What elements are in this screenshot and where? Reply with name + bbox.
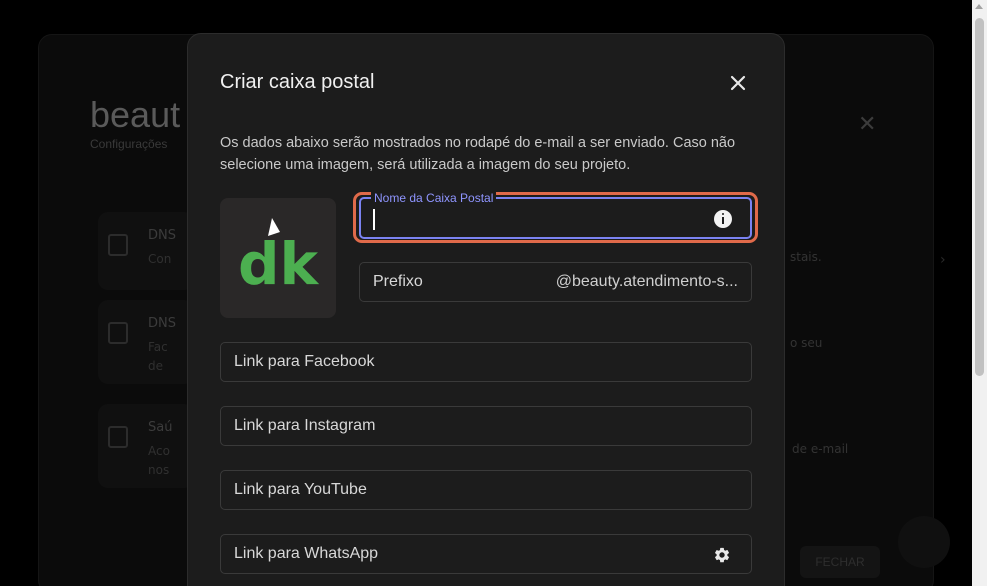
background-subtitle: Configurações bbox=[90, 137, 168, 151]
facebook-link-label: Link para Facebook bbox=[234, 353, 375, 370]
background-card-desc: Fac de bbox=[148, 340, 168, 373]
prefix-field[interactable]: Prefixo @beauty.atendimento-s... bbox=[359, 262, 752, 302]
youtube-link-label: Link para YouTube bbox=[234, 481, 367, 498]
prefix-label: Prefixo bbox=[373, 273, 423, 290]
dialog-title: Criar caixa postal bbox=[220, 71, 375, 93]
background-text: de e-mail bbox=[792, 442, 849, 456]
project-logo-image: dk bbox=[238, 218, 320, 298]
background-close-icon: ✕ bbox=[858, 112, 877, 137]
gear-icon[interactable] bbox=[713, 546, 731, 564]
dialog-description: Os dados abaixo serão mostrados no rodap… bbox=[220, 135, 736, 173]
background-card-title: Saú bbox=[148, 420, 173, 435]
chevron-right-icon: › bbox=[940, 252, 946, 268]
instagram-link-label: Link para Instagram bbox=[234, 417, 376, 434]
mailbox-name-input[interactable] bbox=[373, 207, 693, 229]
logo-image-picker[interactable]: dk bbox=[220, 198, 336, 318]
info-icon[interactable] bbox=[714, 210, 732, 228]
background-card-desc: Con bbox=[148, 252, 172, 266]
facebook-link-field[interactable]: Link para Facebook bbox=[220, 342, 752, 382]
background-text: stais. bbox=[790, 250, 822, 264]
close-icon[interactable] bbox=[726, 71, 750, 95]
whatsapp-link-label: Link para WhatsApp bbox=[234, 545, 379, 562]
logo-text: dk bbox=[238, 230, 320, 298]
dns-icon bbox=[108, 322, 128, 344]
background-fechar-button: FECHAR bbox=[800, 546, 880, 578]
page-scrollbar[interactable] bbox=[972, 0, 987, 586]
scroll-thumb[interactable] bbox=[975, 18, 984, 376]
background-card: DNS Fac de bbox=[98, 300, 194, 384]
background-text: o seu bbox=[790, 336, 823, 350]
mailbox-name-label: Nome da Caixa Postal bbox=[371, 191, 497, 205]
health-icon bbox=[108, 426, 128, 448]
background-card-desc: Aco nos bbox=[148, 444, 170, 477]
background-card-title: DNS bbox=[148, 228, 176, 243]
whatsapp-link-field[interactable]: Link para WhatsApp bbox=[220, 534, 752, 574]
instagram-link-field[interactable]: Link para Instagram bbox=[220, 406, 752, 446]
prefix-domain-suffix: @beauty.atendimento-s... bbox=[555, 273, 738, 290]
background-fab bbox=[898, 516, 950, 568]
background-card: Saú Aco nos bbox=[98, 404, 194, 488]
create-mailbox-dialog: Criar caixa postal Os dados abaixo serão… bbox=[187, 33, 785, 586]
youtube-link-field[interactable]: Link para YouTube bbox=[220, 470, 752, 510]
background-card-title: DNS bbox=[148, 316, 176, 331]
scroll-up-arrow-icon[interactable] bbox=[975, 4, 983, 9]
text-caret bbox=[373, 209, 375, 230]
background-card: DNS Con bbox=[98, 212, 194, 290]
background-title: beaut bbox=[90, 94, 181, 135]
dns-icon bbox=[108, 234, 128, 256]
